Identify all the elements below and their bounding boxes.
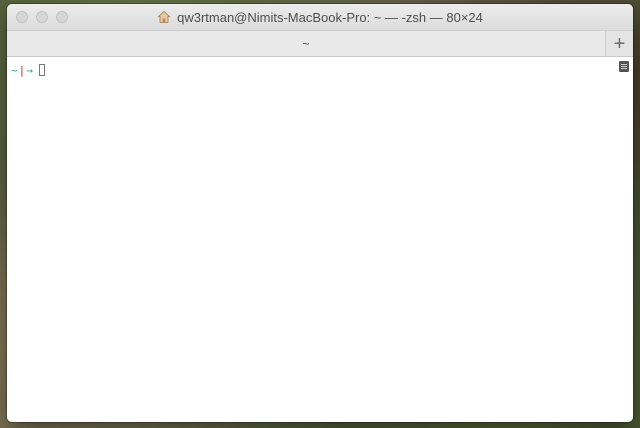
tab-home[interactable]: ~ — [7, 31, 605, 56]
prompt-directory: ~ — [11, 63, 18, 77]
window-title: qw3rtman@Nimits-MacBook-Pro: ~ — -zsh — … — [177, 9, 483, 25]
prompt-line: ~ | → — [11, 63, 45, 77]
scrollback-marker-icon[interactable] — [619, 61, 629, 72]
prompt-separator: | — [18, 63, 26, 77]
terminal-content[interactable]: ~ | → — [7, 57, 633, 422]
title-bar[interactable]: qw3rtman@Nimits-MacBook-Pro: ~ — -zsh — … — [7, 4, 633, 31]
plus-icon: + — [613, 32, 626, 55]
prompt-arrow: → — [26, 63, 33, 77]
text-cursor — [38, 64, 45, 76]
new-tab-button[interactable]: + — [605, 31, 633, 56]
tab-label: ~ — [302, 36, 310, 51]
window-title-group: qw3rtman@Nimits-MacBook-Pro: ~ — -zsh — … — [7, 4, 633, 30]
home-icon — [157, 10, 171, 23]
tab-bar: ~ + — [7, 31, 633, 57]
desktop: { "window": { "title": "qw3rtman@Nimits-… — [0, 0, 640, 428]
terminal-window: qw3rtman@Nimits-MacBook-Pro: ~ — -zsh — … — [7, 4, 633, 422]
